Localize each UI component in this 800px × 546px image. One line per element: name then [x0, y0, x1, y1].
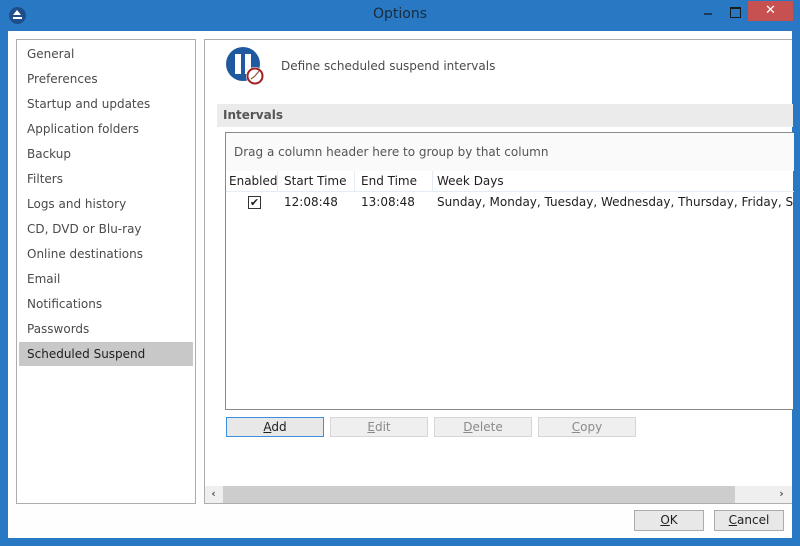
sidebar-item-logs-and-history[interactable]: Logs and history — [19, 192, 193, 216]
sidebar-item-passwords[interactable]: Passwords — [19, 317, 193, 341]
cancel-button[interactable]: Cancel — [714, 510, 784, 531]
ok-button[interactable]: OK — [634, 510, 704, 531]
intervals-grid: Drag a column header here to group by th… — [225, 132, 794, 410]
row-week-days[interactable]: Sunday, Monday, Tuesday, Wednesday, Thur… — [437, 192, 794, 213]
row-end-time[interactable]: 13:08:48 — [361, 192, 431, 213]
maximize-button[interactable] — [724, 1, 750, 21]
dialog-client: General Preferences Startup and updates … — [8, 31, 794, 538]
edit-button[interactable]: Edit — [330, 417, 428, 437]
row-start-time[interactable]: 12:08:48 — [284, 192, 354, 213]
scroll-thumb[interactable] — [223, 486, 735, 503]
window-title: Options — [372, 6, 428, 22]
sidebar-item-startup-and-updates[interactable]: Startup and updates — [19, 92, 193, 116]
sidebar-item-filters[interactable]: Filters — [19, 167, 193, 191]
horizontal-scrollbar[interactable]: ‹ › — [205, 486, 792, 503]
sidebar-item-preferences[interactable]: Preferences — [19, 67, 193, 91]
scroll-left-icon[interactable]: ‹ — [205, 486, 222, 503]
sidebar-item-online-destinations[interactable]: Online destinations — [19, 242, 193, 266]
delete-button[interactable]: Delete — [434, 417, 532, 437]
row-enabled-checkbox[interactable]: ✔ — [248, 196, 261, 209]
column-header-end-time[interactable]: End Time — [355, 171, 433, 192]
pause-clock-icon — [225, 46, 265, 86]
sidebar-item-cd-dvd-bluray[interactable]: CD, DVD or Blu-ray — [19, 217, 193, 241]
sidebar-item-notifications[interactable]: Notifications — [19, 292, 193, 316]
content-panel: Define scheduled suspend intervals Inter… — [204, 39, 794, 504]
sidebar-item-application-folders[interactable]: Application folders — [19, 117, 193, 141]
section-header-intervals: Intervals — [217, 104, 793, 127]
sidebar-item-email[interactable]: Email — [19, 267, 193, 291]
page-description: Define scheduled suspend intervals — [281, 59, 496, 73]
copy-button[interactable]: Copy — [538, 417, 636, 437]
column-header-enabled[interactable]: Enabled — [226, 171, 278, 192]
group-by-panel[interactable]: Drag a column header here to group by th… — [226, 133, 794, 171]
title-bar[interactable]: Options ✕ — [0, 0, 800, 31]
column-header-week-days[interactable]: Week Days — [433, 171, 794, 192]
sidebar-item-backup[interactable]: Backup — [19, 142, 193, 166]
sidebar-item-scheduled-suspend[interactable]: Scheduled Suspend — [19, 342, 193, 366]
minimize-button[interactable] — [696, 1, 722, 21]
add-button[interactable]: Add — [226, 417, 324, 437]
scroll-right-icon[interactable]: › — [773, 486, 790, 503]
close-button[interactable]: ✕ — [748, 1, 793, 21]
options-nav-list: General Preferences Startup and updates … — [16, 39, 196, 504]
column-header-start-time[interactable]: Start Time — [278, 171, 355, 192]
options-window: Options ✕ General Preferences Startup an… — [0, 0, 800, 546]
sidebar-item-general[interactable]: General — [19, 42, 193, 66]
